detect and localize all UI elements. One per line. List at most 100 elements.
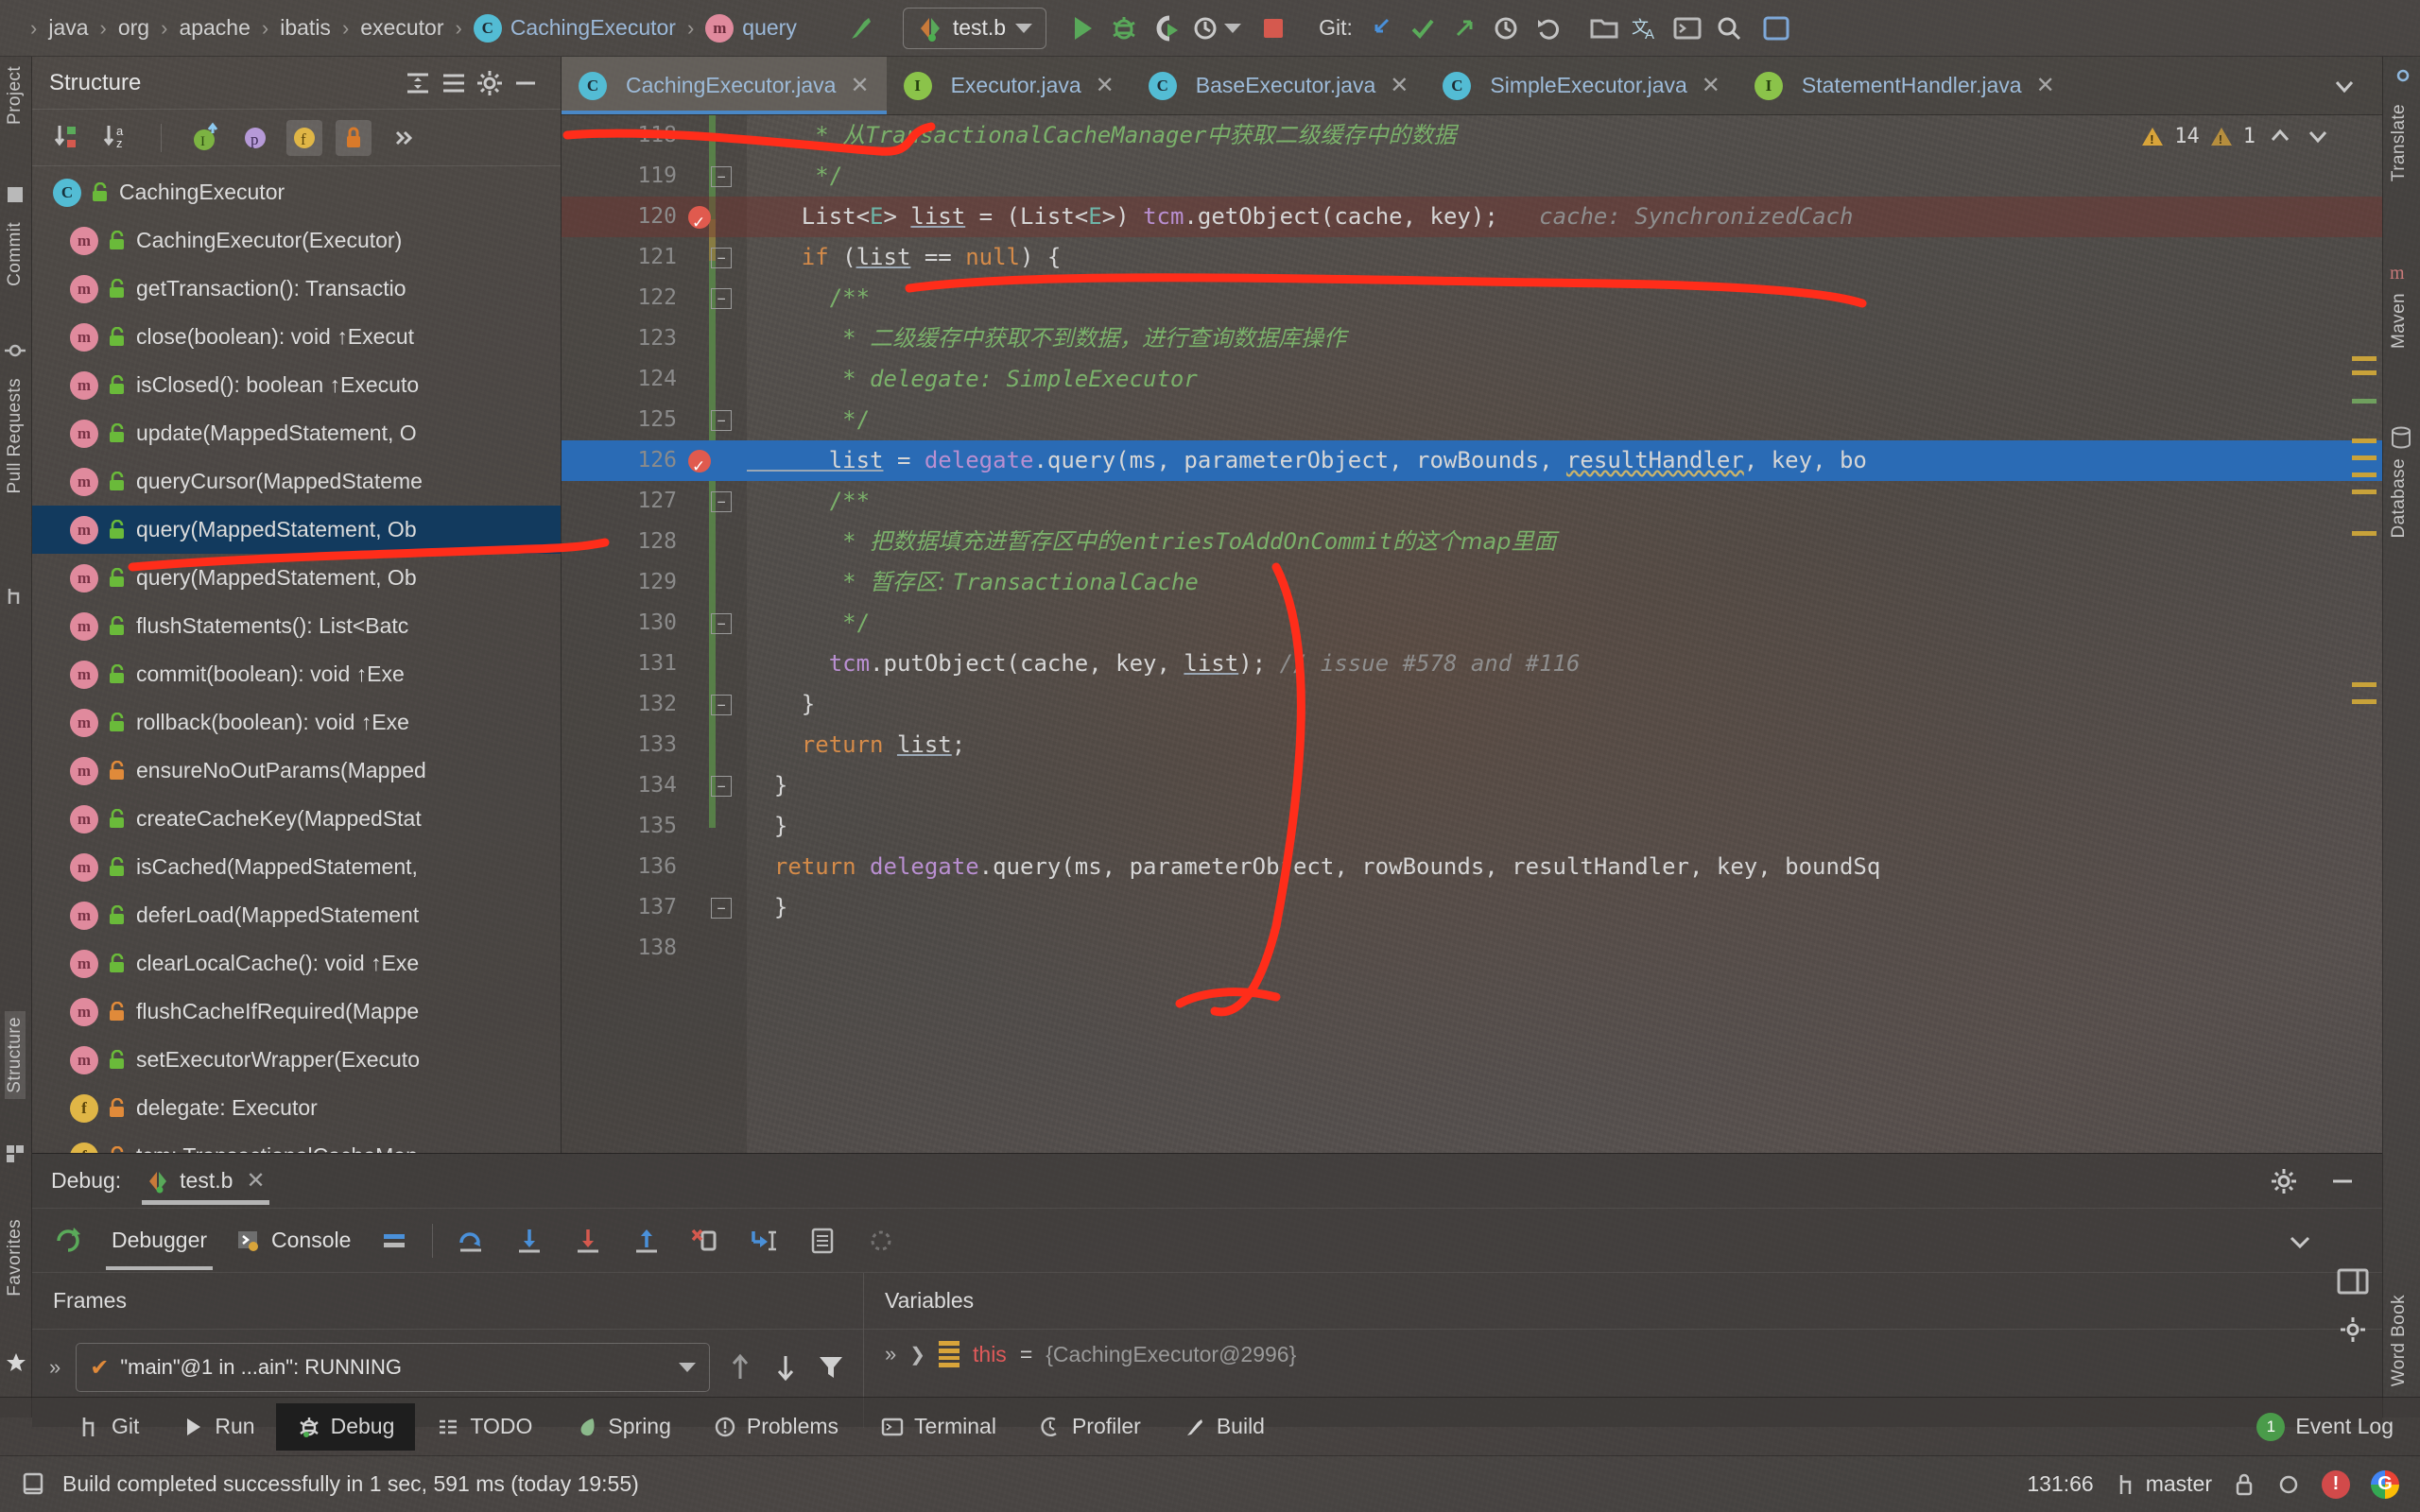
- sidebar-item-favorites[interactable]: Favorites: [5, 1219, 26, 1297]
- breadcrumb-item-ibatis[interactable]: ibatis: [280, 15, 331, 41]
- thread-selector[interactable]: ✔ "main"@1 in ...ain": RUNNING: [76, 1343, 710, 1392]
- step-out-icon[interactable]: [626, 1220, 667, 1262]
- editor-tab[interactable]: C BaseExecutor.java ✕: [1132, 57, 1426, 114]
- structure-item[interactable]: m query(MappedStatement, Ob: [32, 506, 561, 554]
- translate-icon[interactable]: 文A: [1625, 8, 1667, 49]
- bottom-bar-item-debug[interactable]: Debug: [275, 1402, 416, 1451]
- structure-item[interactable]: m isCached(MappedStatement,: [32, 843, 561, 891]
- sync-icon[interactable]: [2276, 1471, 2301, 1498]
- step-into-icon[interactable]: [509, 1220, 550, 1262]
- structure-item[interactable]: m createCacheKey(MappedStat: [32, 795, 561, 843]
- run-button[interactable]: [1062, 8, 1103, 49]
- event-log-button[interactable]: 1 Event Log: [2256, 1412, 2394, 1441]
- structure-item[interactable]: m queryCursor(MappedStateme: [32, 457, 561, 506]
- lock-icon[interactable]: [2233, 1471, 2256, 1498]
- git-commit-icon[interactable]: [1402, 8, 1443, 49]
- structure-item[interactable]: m getTransaction(): Transactio: [32, 265, 561, 313]
- sort-by-visibility-icon[interactable]: [49, 120, 85, 156]
- code-line[interactable]: 131 tcm.putObject(cache, key, list); // …: [562, 644, 2382, 684]
- structure-item[interactable]: m flushCacheIfRequired(Mappe: [32, 988, 561, 1036]
- breadcrumb-item-apache[interactable]: apache: [179, 15, 250, 41]
- bottom-bar-item-git[interactable]: Git: [57, 1403, 160, 1451]
- sidebar-item-structure[interactable]: Structure: [5, 1011, 26, 1099]
- breadcrumb-item-class[interactable]: CachingExecutor: [510, 15, 676, 41]
- structure-item[interactable]: m query(MappedStatement, Ob: [32, 554, 561, 602]
- down-stack-icon[interactable]: [770, 1351, 801, 1383]
- profiler-button[interactable]: [1186, 8, 1228, 49]
- bottom-bar-item-problems[interactable]: Problems: [692, 1403, 859, 1451]
- sort-alphabetically-icon[interactable]: az: [98, 120, 134, 156]
- prev-problem-icon[interactable]: [2267, 123, 2293, 149]
- code-line[interactable]: 123 * 二级缓存中获取不到数据，进行查询数据库操作: [562, 318, 2382, 359]
- structure-item[interactable]: m CachingExecutor(Executor): [32, 216, 561, 265]
- close-icon[interactable]: ✕: [1390, 72, 1409, 99]
- inspection-summary[interactable]: 14 1: [2142, 123, 2331, 149]
- code-line[interactable]: 137 − }: [562, 887, 2382, 928]
- bottom-bar-item-terminal[interactable]: Terminal: [859, 1403, 1017, 1451]
- structure-item[interactable]: m commit(boolean): void ↑Exe: [32, 650, 561, 698]
- editor-tab[interactable]: I StatementHandler.java ✕: [1737, 57, 2072, 114]
- code-fold-icon[interactable]: −: [711, 695, 732, 715]
- run-with-coverage-button[interactable]: [1145, 8, 1186, 49]
- next-problem-icon[interactable]: [2305, 123, 2331, 149]
- gear-icon[interactable]: [472, 65, 508, 101]
- settings-gear-icon[interactable]: [2263, 1160, 2305, 1202]
- git-history-icon[interactable]: [1485, 8, 1527, 49]
- code-line[interactable]: 127 − /**: [562, 481, 2382, 522]
- caret-position[interactable]: 131:66: [2027, 1471, 2093, 1497]
- structure-item[interactable]: m setExecutorWrapper(Executo: [32, 1036, 561, 1084]
- show-non-public-icon[interactable]: [336, 119, 372, 156]
- code-line[interactable]: 135 }: [562, 806, 2382, 847]
- code-line[interactable]: 138: [562, 928, 2382, 969]
- show-inherited-icon[interactable]: I: [188, 120, 224, 156]
- code-line[interactable]: 126 list = delegate.query(ms, parameterO…: [562, 440, 2382, 487]
- variable-row[interactable]: » ❯ this = {CachingExecutor@2996}: [864, 1330, 2382, 1379]
- bottom-bar-item-profiler[interactable]: Profiler: [1017, 1403, 1162, 1451]
- code-fold-icon[interactable]: −: [711, 613, 732, 634]
- sidebar-item-commit[interactable]: Commit: [5, 222, 26, 286]
- console-layout-icon[interactable]: [2337, 1267, 2369, 1296]
- code-fold-icon[interactable]: −: [711, 166, 732, 187]
- bottom-tool-window-bar[interactable]: Git Run Debug TODO Spring Problems Terminal Pro…: [0, 1397, 2420, 1455]
- editor-markers-minimap[interactable]: [2344, 115, 2382, 1153]
- code-line[interactable]: 133 return list;: [562, 725, 2382, 765]
- structure-item[interactable]: m rollback(boolean): void ↑Exe: [32, 698, 561, 747]
- close-icon[interactable]: ✕: [246, 1167, 265, 1194]
- bottom-bar-item-todo[interactable]: TODO: [415, 1403, 553, 1451]
- expand-icon[interactable]: »: [49, 1355, 60, 1380]
- force-step-into-icon[interactable]: [567, 1220, 609, 1262]
- collapse-all-icon[interactable]: [436, 65, 472, 101]
- show-fields-icon[interactable]: f: [286, 119, 322, 156]
- tab-console[interactable]: Console: [230, 1209, 356, 1273]
- drop-frame-icon[interactable]: [684, 1220, 726, 1262]
- code-line[interactable]: 132 − }: [562, 684, 2382, 725]
- expand-all-icon[interactable]: [400, 65, 436, 101]
- status-icon[interactable]: [21, 1470, 47, 1499]
- sidebar-item-database[interactable]: Database: [2389, 458, 2410, 539]
- code-fold-icon[interactable]: −: [711, 776, 732, 797]
- run-configuration-selector[interactable]: test.b: [902, 7, 1047, 49]
- code-line[interactable]: 122 − /**: [562, 278, 2382, 318]
- code-editor[interactable]: 14 1 118 * 从TransactionalCacheManager中获取…: [562, 115, 2382, 1153]
- sidebar-item-maven[interactable]: Maven: [2389, 293, 2410, 349]
- structure-item[interactable]: m ensureNoOutParams(Mapped: [32, 747, 561, 795]
- code-line[interactable]: 119 − */: [562, 156, 2382, 197]
- breadcrumb-item-org[interactable]: org: [118, 15, 149, 41]
- close-icon[interactable]: ✕: [1702, 72, 1720, 99]
- expand-icon[interactable]: »: [885, 1342, 896, 1366]
- bottom-bar-item-spring[interactable]: Spring: [553, 1403, 691, 1451]
- code-line[interactable]: 136 return delegate.query(ms, parameterO…: [562, 847, 2382, 887]
- code-line[interactable]: 134 − }: [562, 765, 2382, 806]
- breakpoint-icon[interactable]: [688, 202, 711, 243]
- close-icon[interactable]: ✕: [1096, 72, 1115, 99]
- sidebar-item-project[interactable]: Project: [5, 66, 26, 125]
- evaluate-expression-icon[interactable]: [802, 1220, 843, 1262]
- debug-button[interactable]: [1103, 8, 1145, 49]
- bottom-bar-item-build[interactable]: Build: [1162, 1403, 1286, 1451]
- editor-tab[interactable]: I Executor.java ✕: [887, 57, 1132, 114]
- code-line[interactable]: 125 − */: [562, 400, 2382, 440]
- rerun-icon[interactable]: [47, 1220, 89, 1262]
- sidebar-item-pull-requests[interactable]: Pull Requests: [5, 378, 26, 493]
- sidebar-item-word-book[interactable]: Word Book: [2389, 1295, 2410, 1386]
- stop-button[interactable]: [1253, 8, 1294, 49]
